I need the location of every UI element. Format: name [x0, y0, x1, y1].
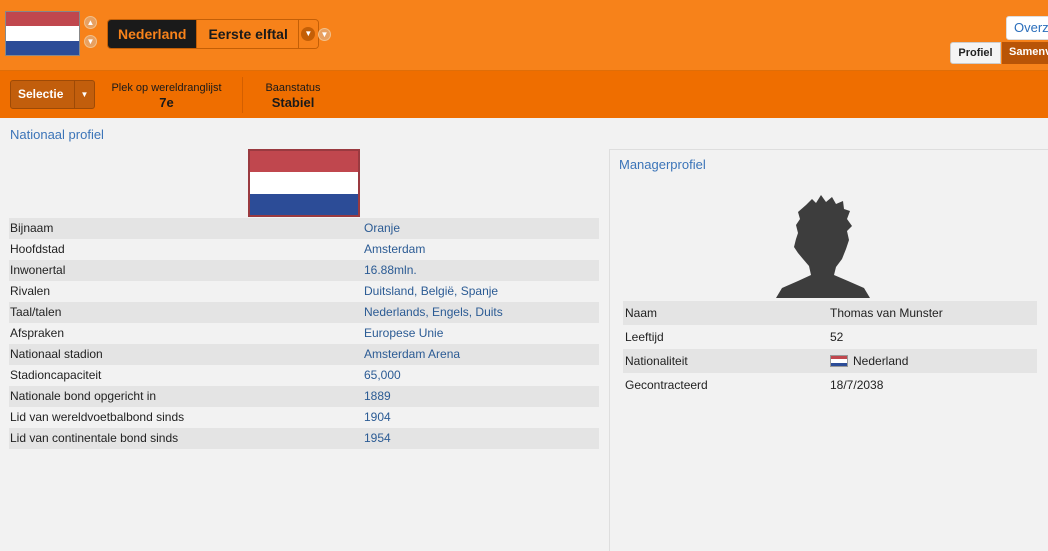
row-key: Inwonertal [10, 263, 66, 277]
chevron-up-icon[interactable]: ▲ [84, 16, 97, 29]
row-key: Taal/talen [10, 305, 62, 319]
job-status-stat: Baanstatus Stabiel [252, 82, 334, 110]
table-row: Bijnaam Oranje [9, 218, 599, 239]
row-key: Stadioncapaciteit [10, 368, 102, 382]
tab-profile[interactable]: Profiel [950, 42, 1001, 64]
ranking-label: Plek op wereldranglijst [111, 82, 222, 94]
national-profile-title: Nationaal profiel [10, 127, 104, 142]
table-row: Rivalen Duitsland, België, Spanje [9, 281, 599, 302]
row-key: Lid van continentale bond sinds [10, 431, 179, 445]
table-row: Stadioncapaciteit 65,000 [9, 365, 599, 386]
team-selector[interactable]: Nederland Eerste elftal ▼ [107, 19, 319, 49]
squad-name[interactable]: Eerste elftal [196, 20, 298, 48]
row-value[interactable]: Europese Unie [364, 323, 443, 344]
row-value: 65,000 [364, 368, 401, 382]
team-name[interactable]: Nederland [108, 20, 197, 48]
row-value: 52 [830, 330, 844, 344]
row-key: Afspraken [10, 326, 65, 340]
table-row: Lid van wereldvoetbalbond sinds 1904 [9, 407, 599, 428]
row-key: Gecontracteerd [625, 378, 708, 392]
chevron-down-icon[interactable]: ▼ [318, 28, 331, 41]
table-row: Naam Thomas van Munster [623, 301, 1037, 325]
row-value[interactable]: Amsterdam [364, 239, 425, 260]
netherlands-flag-icon [248, 149, 360, 217]
row-value: 1954 [364, 431, 391, 445]
chevron-down-icon: ▼ [301, 27, 316, 41]
national-profile-table: Bijnaam Oranje Hoofdstad Amsterdam Inwoner… [9, 218, 599, 449]
row-key: Nationale bond opgericht in [10, 389, 157, 403]
table-row: Hoofdstad Amsterdam [9, 239, 599, 260]
row-value[interactable]: Nederlands, Engels, Duits [364, 302, 503, 323]
row-value[interactable]: Oranje [364, 218, 400, 239]
table-row: Lid van continentale bond sinds 1954 [9, 428, 599, 449]
table-row: Nationaal stadion Amsterdam Arena [9, 344, 599, 365]
row-key: Naam [625, 306, 658, 320]
netherlands-flag-icon [5, 11, 80, 56]
selection-label: Selectie [18, 87, 64, 101]
row-value[interactable]: Duitsland, België, Spanje [364, 281, 498, 302]
selection-button[interactable]: Selectie ▼ [10, 80, 95, 109]
squad-dropdown-button[interactable]: ▼ [297, 20, 318, 48]
tab-summary[interactable]: Samenv [1002, 42, 1048, 64]
job-status-value: Stabiel [271, 95, 315, 110]
row-value[interactable]: 16.88mln. [364, 260, 417, 281]
table-row: Inwonertal 16.88mln. [9, 260, 599, 281]
row-key: Lid van wereldvoetbalbond sinds [10, 410, 185, 424]
row-key: Nationaal stadion [10, 347, 103, 361]
table-row: Gecontracteerd 18/7/2038 [623, 373, 1037, 397]
row-key: Leeftijd [625, 330, 664, 344]
row-value: Thomas van Munster [830, 306, 943, 320]
row-value[interactable]: Amsterdam Arena [364, 344, 460, 365]
row-value: 1889 [364, 389, 391, 403]
manager-profile-table: Naam Thomas van Munster Leeftijd 52 Nation… [623, 301, 1037, 397]
row-key: Nationaliteit [625, 354, 688, 368]
row-value: 18/7/2038 [830, 378, 884, 392]
table-row: Nationaliteit Nederland [623, 349, 1037, 373]
row-key: Rivalen [10, 284, 51, 298]
chevron-down-icon[interactable]: ▼ [74, 81, 94, 108]
row-key: Hoofdstad [10, 242, 65, 256]
manager-profile-title: Managerprofiel [619, 157, 706, 172]
ranking-stat: Plek op wereldranglijst 7e [104, 82, 229, 110]
job-status-label: Baanstatus [265, 82, 321, 94]
row-value: 1904 [364, 410, 391, 424]
table-row: Taal/talen Nederlands, Engels, Duits [9, 302, 599, 323]
person-silhouette-icon [776, 195, 870, 298]
ranking-value: 7e [159, 95, 174, 110]
overview-tab[interactable]: Overz [1006, 16, 1048, 40]
netherlands-flag-icon [830, 355, 848, 367]
table-row: Afspraken Europese Unie [9, 323, 599, 344]
table-row: Leeftijd 52 [623, 325, 1037, 349]
row-key: Bijnaam [10, 221, 54, 235]
chevron-down-icon[interactable]: ▼ [84, 35, 97, 48]
divider [242, 77, 243, 113]
row-value-nationality[interactable]: Nederland [830, 349, 908, 373]
table-row: Nationale bond opgericht in 1889 [9, 386, 599, 407]
nationality-text[interactable]: Nederland [853, 349, 908, 373]
